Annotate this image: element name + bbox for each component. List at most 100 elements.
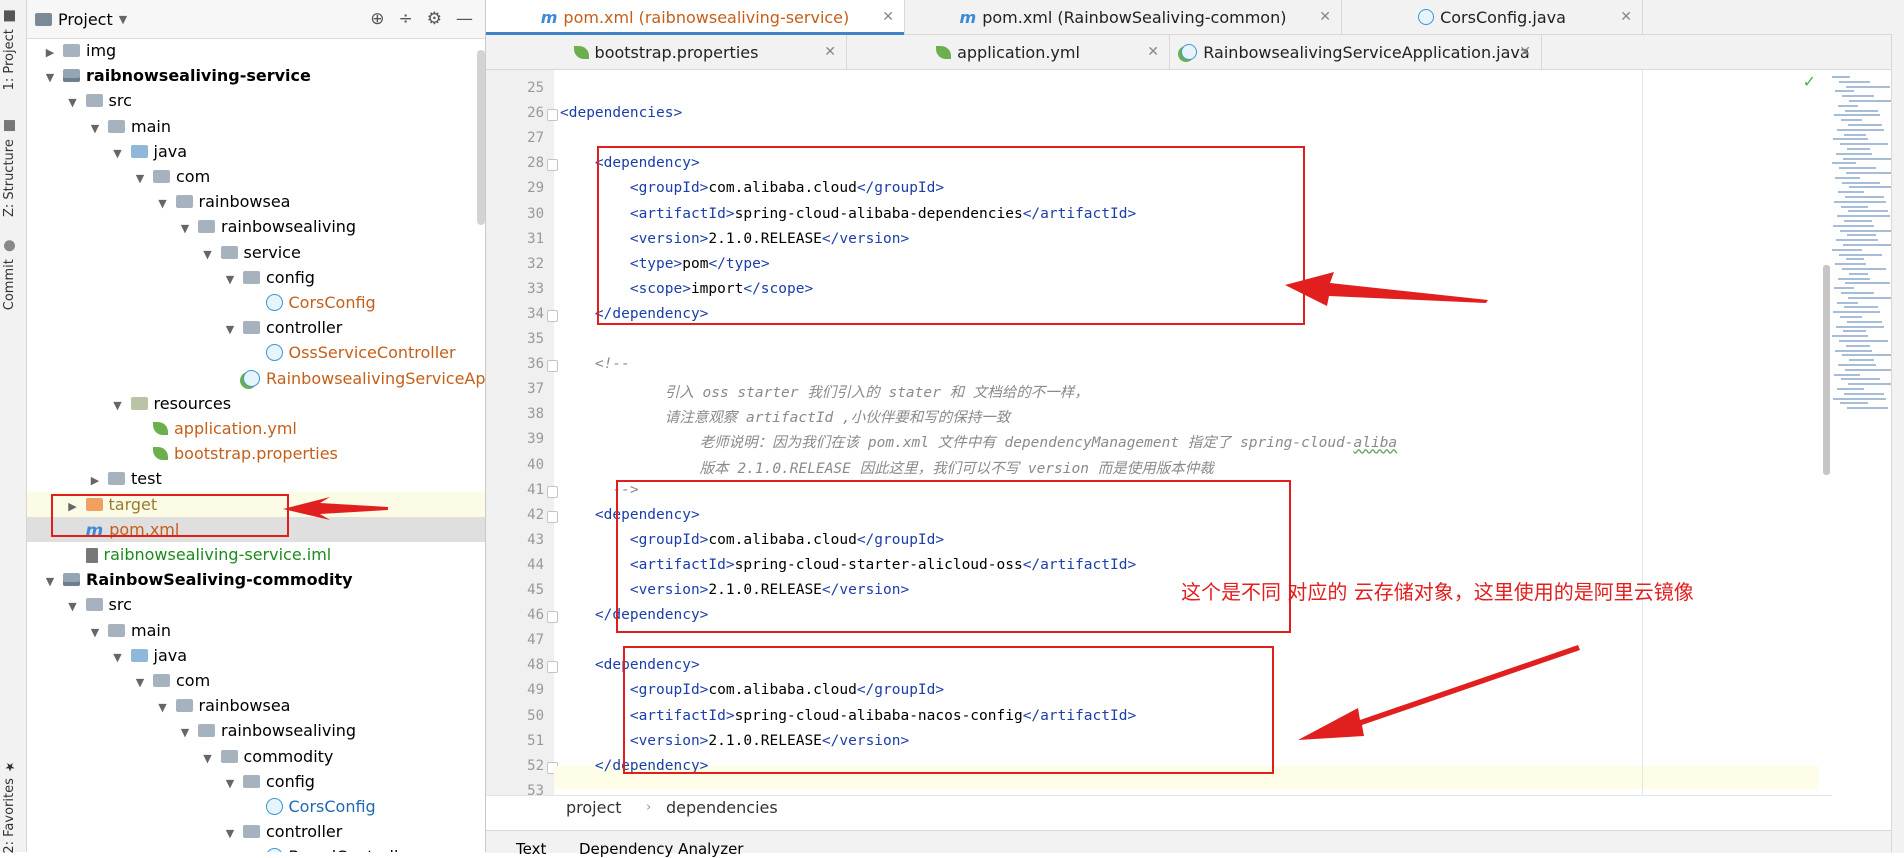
- expand-arrow-icon[interactable]: ▼: [111, 645, 125, 670]
- fold-marker-icon[interactable]: [547, 510, 558, 523]
- tree-node[interactable]: ▼ java: [27, 139, 485, 164]
- tree-node[interactable]: BrandController: [27, 844, 485, 852]
- tab-commit[interactable]: Commit: [2, 240, 17, 310]
- tree-node[interactable]: ▼ controller: [27, 315, 485, 340]
- tree-node[interactable]: ▶ img: [27, 38, 485, 63]
- tree-node[interactable]: ▼ config: [27, 769, 485, 794]
- gear-icon[interactable]: ⚙: [427, 9, 442, 29]
- tree-node[interactable]: ▶ test: [27, 466, 485, 491]
- expand-arrow-icon[interactable]: ▼: [201, 242, 215, 267]
- breadcrumb-project[interactable]: project: [566, 798, 622, 817]
- expand-arrow-icon[interactable]: ▼: [178, 720, 192, 745]
- expand-arrow-icon[interactable]: ▼: [111, 141, 125, 166]
- expand-arrow-icon[interactable]: ▼: [156, 695, 170, 720]
- editor-scrollbar[interactable]: [1823, 265, 1830, 475]
- tab-dependency-analyzer[interactable]: Dependency Analyzer: [579, 840, 743, 858]
- tree-node[interactable]: ▼ java: [27, 643, 485, 668]
- editor-tab[interactable]: RainbowsealivingServiceApplication.java ✕: [1170, 35, 1542, 69]
- fold-marker-icon[interactable]: [547, 360, 558, 373]
- close-icon[interactable]: ✕: [1620, 9, 1632, 25]
- line-number: 52: [527, 757, 544, 774]
- expand-arrow-icon[interactable]: ▼: [88, 116, 102, 141]
- package-icon: [243, 321, 260, 335]
- expand-arrow-icon[interactable]: ▼: [133, 670, 147, 695]
- tree-node-label: rainbowsealiving: [221, 721, 357, 741]
- tab-project[interactable]: 1: Project: [2, 10, 17, 90]
- line-number: 42: [527, 506, 544, 523]
- tab-structure[interactable]: Z: Structure: [2, 120, 17, 217]
- expand-arrow-icon[interactable]: ▼: [88, 620, 102, 645]
- tree-node[interactable]: ▼ controller: [27, 819, 485, 844]
- fold-marker-icon[interactable]: [547, 309, 558, 322]
- tab-text[interactable]: Text: [516, 840, 546, 858]
- close-icon[interactable]: ✕: [1147, 44, 1159, 60]
- breadcrumb-dependencies[interactable]: dependencies: [666, 798, 778, 817]
- tree-node[interactable]: ▼ main: [27, 618, 485, 643]
- tree-node[interactable]: ▼ src: [27, 592, 485, 617]
- minimap-line: [1848, 124, 1882, 126]
- tree-node[interactable]: OssServiceController: [27, 340, 485, 365]
- tree-node[interactable]: ▼ rainbowsea: [27, 693, 485, 718]
- tree-node[interactable]: ▼ config: [27, 265, 485, 290]
- expand-arrow-icon[interactable]: ▼: [43, 569, 57, 594]
- collapse-arrow-icon[interactable]: ▶: [88, 468, 102, 493]
- tree-node[interactable]: ▼ service: [27, 240, 485, 265]
- close-icon[interactable]: ✕: [1319, 9, 1331, 25]
- minimap-line: [1836, 325, 1884, 328]
- expand-arrow-icon[interactable]: ▼: [43, 65, 57, 90]
- expand-arrow-icon[interactable]: ▼: [223, 267, 237, 292]
- locate-icon[interactable]: ⊕: [370, 9, 384, 29]
- editor-tab[interactable]: CorsConfig.java ✕: [1342, 0, 1643, 34]
- expand-arrow-icon[interactable]: ▼: [201, 746, 215, 771]
- expand-arrow-icon[interactable]: ▼: [223, 771, 237, 796]
- tree-node[interactable]: ▼ resources: [27, 391, 485, 416]
- tree-node[interactable]: ▼ rainbowsealiving: [27, 214, 485, 239]
- expand-arrow-icon[interactable]: ▼: [156, 191, 170, 216]
- tree-node[interactable]: bootstrap.properties: [27, 441, 485, 466]
- code-line: <dependencies>: [560, 105, 683, 122]
- project-view-selector[interactable]: Project ▼: [35, 10, 127, 29]
- minimap-line: [1832, 162, 1856, 165]
- fold-marker-icon[interactable]: [547, 109, 558, 122]
- collapse-all-icon[interactable]: ÷: [399, 9, 413, 29]
- tree-node[interactable]: ▼ RainbowSealiving-commodity: [27, 567, 485, 592]
- tree-node[interactable]: CorsConfig: [27, 290, 485, 315]
- editor-tab[interactable]: m pom.xml (RainbowSealiving-common) ✕: [905, 0, 1342, 34]
- editor-tab[interactable]: m pom.xml (raibnowsealiving-service) ✕: [486, 0, 905, 35]
- collapse-arrow-icon[interactable]: ▶: [43, 40, 57, 65]
- code-minimap[interactable]: [1832, 76, 1900, 416]
- tree-node[interactable]: RainbowsealivingServiceApp: [27, 366, 485, 391]
- breadcrumb: project › dependencies: [486, 795, 1832, 820]
- tree-node[interactable]: ▼ com: [27, 164, 485, 189]
- tree-node[interactable]: raibnowsealiving-service.iml: [27, 542, 485, 567]
- fold-marker-icon[interactable]: [547, 485, 558, 498]
- expand-arrow-icon[interactable]: ▼: [178, 216, 192, 241]
- editor-tab[interactable]: bootstrap.properties ✕: [486, 35, 847, 69]
- tree-node[interactable]: ▼ com: [27, 668, 485, 693]
- expand-arrow-icon[interactable]: ▼: [66, 594, 80, 619]
- fold-marker-icon[interactable]: [547, 661, 558, 674]
- tree-node[interactable]: application.yml: [27, 416, 485, 441]
- editor-tab[interactable]: application.yml ✕: [847, 35, 1170, 69]
- expand-arrow-icon[interactable]: ▼: [223, 317, 237, 342]
- tree-node[interactable]: CorsConfig: [27, 794, 485, 819]
- tree-node[interactable]: ▼ commodity: [27, 744, 485, 769]
- tree-node[interactable]: ▼ rainbowsealiving: [27, 718, 485, 743]
- tree-node[interactable]: ▼ raibnowsealiving-service: [27, 63, 485, 88]
- tree-node[interactable]: ▼ src: [27, 88, 485, 113]
- project-scrollbar[interactable]: [477, 50, 485, 225]
- tree-node[interactable]: ▼ main: [27, 114, 485, 139]
- fold-marker-icon[interactable]: [547, 159, 558, 172]
- close-icon[interactable]: ✕: [824, 44, 836, 60]
- minimap-line: [1840, 402, 1868, 405]
- expand-arrow-icon[interactable]: ▼: [111, 393, 125, 418]
- fold-marker-icon[interactable]: [547, 611, 558, 624]
- close-icon[interactable]: ✕: [1519, 44, 1531, 60]
- minimize-icon[interactable]: —: [456, 9, 473, 29]
- expand-arrow-icon[interactable]: ▼: [223, 821, 237, 846]
- tab-favorites[interactable]: 2: Favorites ★: [2, 760, 17, 854]
- tree-node[interactable]: ▼ rainbowsea: [27, 189, 485, 214]
- close-icon[interactable]: ✕: [882, 9, 894, 25]
- expand-arrow-icon[interactable]: ▼: [133, 166, 147, 191]
- expand-arrow-icon[interactable]: ▼: [66, 90, 80, 115]
